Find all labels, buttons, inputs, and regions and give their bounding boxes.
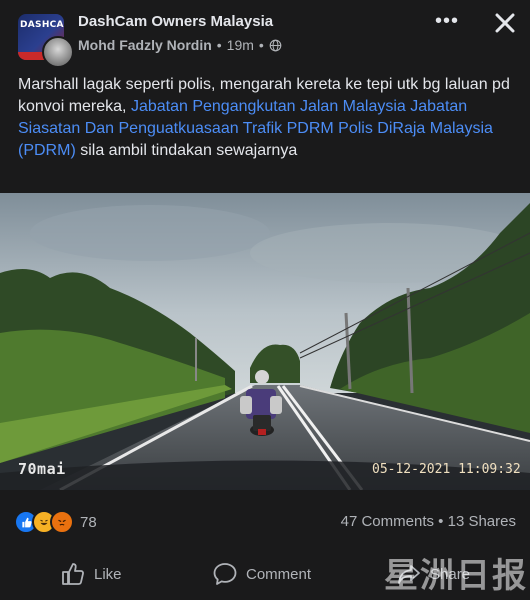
dashcam-scene (0, 193, 530, 490)
dashcam-photo[interactable] (0, 193, 530, 490)
shares-count[interactable]: 13 Shares (448, 513, 516, 530)
engagement-stats: 47 Comments • 13 Shares (341, 513, 516, 530)
meta-separator: • (216, 37, 222, 53)
author-avatar[interactable] (42, 36, 74, 68)
more-options-icon[interactable]: ••• (432, 11, 462, 36)
author-name[interactable]: Mohd Fadzly Nordin (78, 37, 212, 53)
reactions-summary[interactable]: 78 (14, 510, 97, 534)
group-name[interactable]: DashCam Owners Malaysia (78, 13, 273, 30)
comment-label: Comment (246, 565, 312, 583)
post-text-part-2: sila ambil tindakan sewajarnya (75, 142, 298, 159)
post-time[interactable]: 19m (227, 37, 254, 53)
comments-count[interactable]: 47 Comments (341, 513, 434, 530)
post-meta: Mohd Fadzly Nordin • 19m • (78, 37, 282, 53)
group-avatar-art: DASHCAM (20, 20, 64, 30)
post-header: DASHCAM DashCam Owners Malaysia Mohd Fad… (0, 0, 530, 68)
publisher-watermark: 星洲日报 (384, 556, 528, 596)
reaction-count: 78 (80, 513, 97, 531)
globe-icon (269, 39, 282, 51)
comment-button[interactable]: Comment (212, 552, 311, 596)
meta-separator-2: • (258, 37, 264, 53)
thumbs-up-icon (62, 563, 84, 585)
avatar-stack[interactable]: DASHCAM (18, 14, 74, 68)
stats-separator: • (438, 513, 444, 530)
close-icon[interactable] (490, 8, 520, 38)
angry-reaction-icon (50, 510, 74, 534)
dashcam-timestamp: 05-12-2021 11:09:32 (372, 462, 521, 477)
post-text: Marshall lagak seperti polis, mengarah k… (18, 74, 514, 162)
like-label: Like (94, 565, 122, 583)
comment-bubble-icon (213, 563, 237, 585)
like-button[interactable]: Like (60, 552, 122, 596)
camera-brand-logo: 70mai (18, 460, 66, 478)
